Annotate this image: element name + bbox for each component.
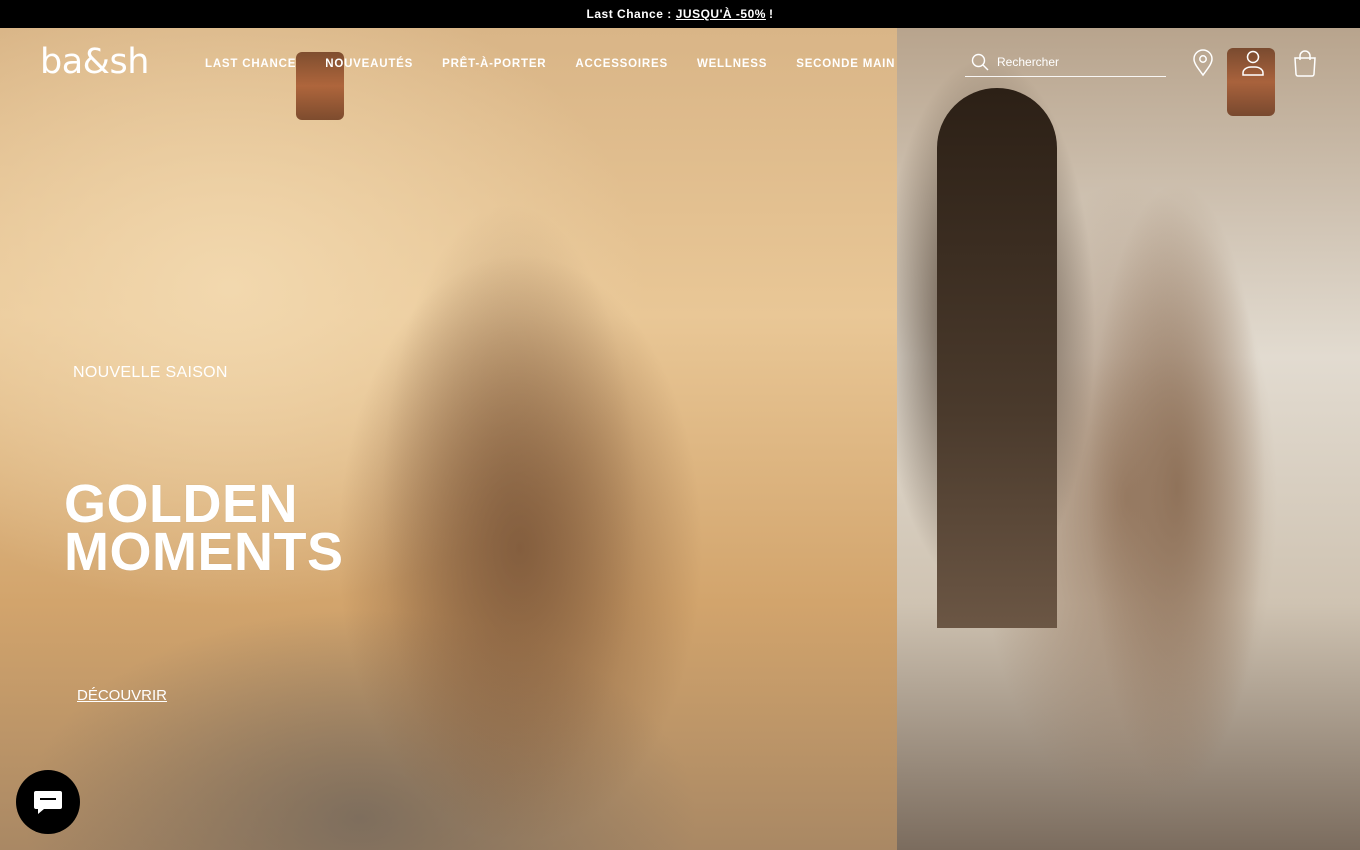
hero-image-left [0, 28, 897, 850]
site-header: ba&sh LAST CHANCE NOUVEAUTÉS PRÊT-À-PORT… [0, 28, 1360, 98]
brand-logo[interactable]: ba&sh [40, 42, 149, 82]
promo-prefix: Last Chance : [586, 7, 672, 21]
nav-item-wellness[interactable]: WELLNESS [697, 58, 767, 70]
nav-item-pret-a-porter[interactable]: PRÊT-À-PORTER [442, 58, 546, 70]
search-icon[interactable] [971, 53, 989, 71]
nav-item-nouveautes[interactable]: NOUVEAUTÉS [325, 58, 413, 70]
promo-bar: Last Chance : JUSQU'À -50% ! [0, 0, 1360, 28]
hero-headline: GOLDEN MOMENTS [64, 474, 344, 582]
model-figure [340, 88, 680, 850]
promo-link[interactable]: JUSQU'À -50% [676, 7, 766, 21]
nav-item-last-chance[interactable]: LAST CHANCE [205, 58, 296, 70]
nav-item-accessoires[interactable]: ACCESSOIRES [575, 58, 668, 70]
store-locator-icon[interactable] [1189, 48, 1217, 78]
account-icon[interactable] [1239, 48, 1267, 78]
nav-item-seconde-main[interactable]: SECONDE MAIN [796, 58, 895, 70]
doorway-decoration [937, 88, 1057, 628]
model-figure [1057, 68, 1297, 850]
hero-image-right [897, 28, 1360, 850]
hero-headline-line1: GOLDEN [64, 474, 299, 534]
cart-icon[interactable] [1291, 48, 1319, 78]
search-input[interactable] [997, 55, 1147, 69]
hero-banner[interactable] [0, 28, 1360, 850]
hero-eyebrow: NOUVELLE SAISON [73, 364, 228, 381]
search-bar[interactable] [965, 48, 1166, 77]
hero-headline-line2: MOMENTS [64, 522, 344, 582]
chat-button[interactable] [16, 770, 80, 834]
discover-link[interactable]: DÉCOUVRIR [77, 687, 167, 704]
promo-suffix: ! [768, 7, 774, 21]
main-nav: LAST CHANCE NOUVEAUTÉS PRÊT-À-PORTER ACC… [205, 58, 895, 70]
chat-icon [34, 791, 62, 814]
